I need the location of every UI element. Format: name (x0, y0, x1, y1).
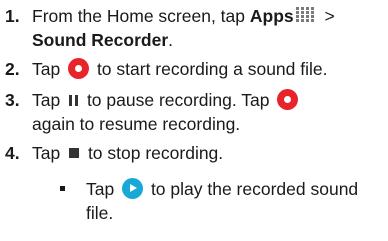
apps-grid-dot (295, 7, 299, 11)
apps-grid-dot (300, 19, 304, 23)
step-text: Tap to stop recording. (32, 141, 382, 165)
step-line: Sound Recorder. (32, 28, 382, 52)
record-icon (277, 88, 299, 110)
instruction-list: 1. From the Home screen, tap Apps > Soun… (0, 0, 388, 241)
record-icon (68, 57, 90, 79)
step-text-end: to stop recording. (83, 143, 224, 163)
step-number: 2. (5, 59, 20, 79)
apps-grid-dot (305, 15, 309, 19)
step-text: Tap to pause recording. Tap again to res… (32, 88, 382, 136)
step-text-start: From the Home screen, tap (32, 6, 250, 26)
apps-grid-dot (305, 19, 309, 23)
step-text-end: to start recording a sound file. (92, 59, 328, 79)
apps-grid-dot (305, 11, 309, 15)
step-text-start: Tap (32, 59, 66, 79)
bullet-marker (60, 186, 65, 191)
bullet-text-end: to play the recorded sound (146, 179, 359, 199)
step-line: From the Home screen, tap Apps > (32, 4, 382, 28)
step-number: 4. (5, 143, 20, 163)
step-line: Tap to pause recording. Tap (32, 88, 382, 112)
bullet-line: Tap to play the recorded sound (86, 177, 386, 201)
apps-grid-dot (300, 15, 304, 19)
apps-grid-dot (295, 19, 299, 23)
step-text-end: . (168, 30, 174, 50)
apps-grid-dot (300, 11, 304, 15)
step-text-start: Tap (32, 90, 66, 110)
apps-grid-dot (300, 7, 304, 11)
stop-icon (69, 148, 80, 159)
separator: > (319, 6, 335, 26)
apps-label: Apps (249, 6, 294, 26)
step-number: 1. (5, 6, 20, 26)
apps-grid-dot (295, 11, 299, 15)
step-text-mid: to pause recording. Tap (82, 90, 275, 110)
apps-grid-icon (295, 7, 318, 23)
play-icon (122, 177, 144, 199)
bullet-line: file. (86, 203, 114, 223)
step-line: again to resume recording. (32, 114, 241, 134)
app-name: Sound Recorder (32, 30, 169, 50)
pause-icon (69, 94, 79, 106)
apps-grid-dot (310, 19, 314, 23)
bullet-text: Tap to play the recorded sound file. (86, 177, 386, 225)
bullet-text-start: Tap (86, 179, 120, 199)
apps-grid-dot (310, 15, 314, 19)
apps-grid-dot (295, 15, 299, 19)
step-text: Tap to start recording a sound file. (32, 57, 382, 81)
apps-grid-dot (310, 7, 314, 11)
step-text: From the Home screen, tap Apps > Sound R… (32, 4, 382, 52)
step-number: 3. (5, 90, 20, 110)
apps-grid-dot (310, 11, 314, 15)
apps-grid-dot (305, 7, 309, 11)
step-text-start: Tap (32, 143, 66, 163)
